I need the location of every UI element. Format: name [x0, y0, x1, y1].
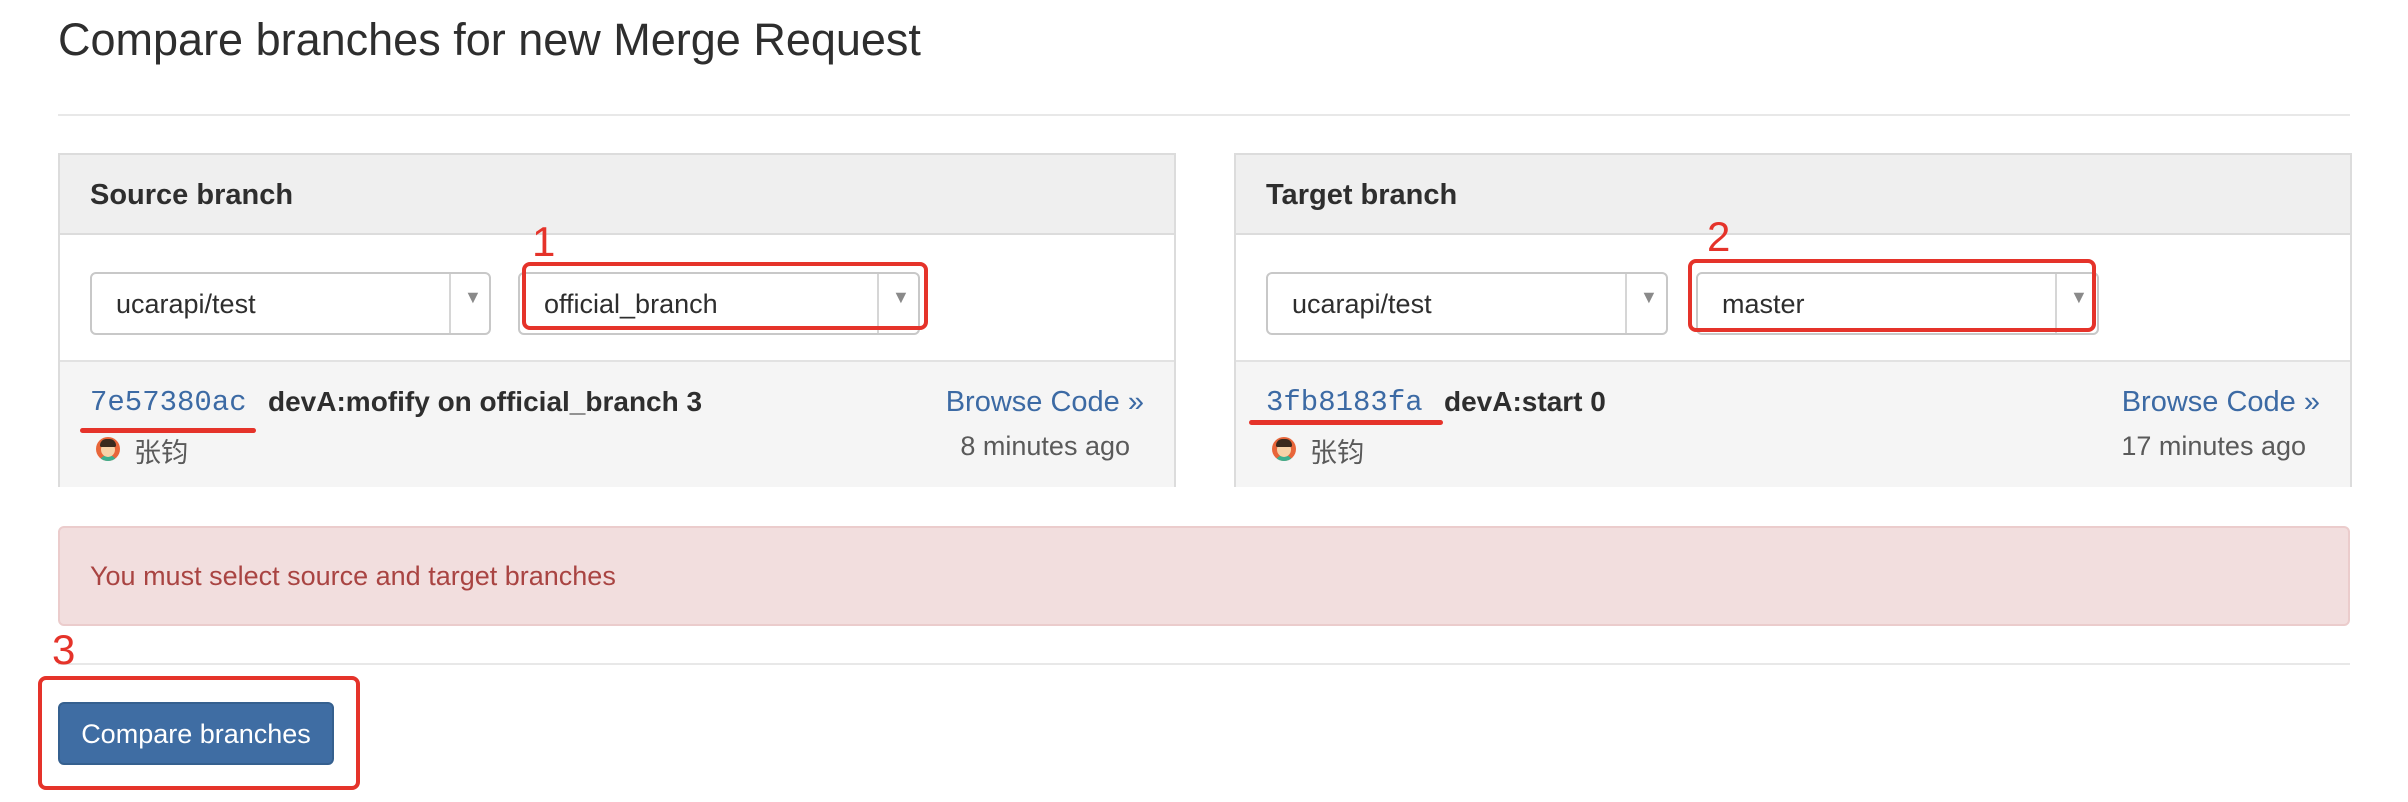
target-project-value: ucarapi/test [1292, 289, 1432, 319]
select-divider [1625, 274, 1627, 333]
divider [58, 663, 2350, 665]
page-title: Compare branches for new Merge Request [58, 14, 921, 65]
source-project-value: ucarapi/test [116, 289, 256, 319]
avatar-hair [1276, 439, 1292, 447]
annotation-number-3: 3 [52, 626, 76, 673]
target-commit-sha[interactable]: 3fb8183fa [1266, 386, 1423, 419]
annotation-underline-target-sha [1249, 420, 1443, 425]
error-alert-message: You must select source and target branch… [90, 561, 616, 591]
avatar [96, 437, 120, 461]
annotation-number-2: 2 [1707, 213, 1731, 260]
caret-down-icon: ▼ [464, 287, 482, 307]
source-commit-info: 7e57380ac devA:mofify on official_branch… [60, 360, 1174, 487]
avatar [1272, 437, 1296, 461]
source-commit-time: 8 minutes ago [960, 431, 1130, 461]
target-branch-heading: Target branch [1266, 179, 1458, 211]
source-branch-heading: Source branch [90, 179, 294, 211]
annotation-number-1: 1 [532, 218, 556, 265]
annotation-box-3 [38, 676, 360, 790]
select-divider [449, 274, 451, 333]
error-alert: You must select source and target branch… [58, 526, 2350, 626]
divider [58, 114, 2350, 116]
source-commit-message: devA:mofify on official_branch 3 [268, 386, 703, 417]
source-panel-header: Source branch [60, 155, 1174, 235]
annotation-box-1 [522, 262, 928, 330]
target-panel-header: Target branch [1236, 155, 2350, 235]
source-project-select[interactable]: ucarapi/test ▼ [90, 272, 491, 335]
target-commit-message: devA:start 0 [1444, 386, 1606, 417]
target-browse-code-link[interactable]: Browse Code » [2122, 386, 2320, 419]
target-commit-time: 17 minutes ago [2121, 431, 2306, 461]
source-commit-sha[interactable]: 7e57380ac [90, 386, 247, 419]
source-browse-code-link[interactable]: Browse Code » [946, 386, 1144, 419]
avatar-hair [100, 439, 116, 447]
caret-down-icon: ▼ [1640, 287, 1658, 307]
annotation-underline-source-sha [80, 428, 256, 433]
target-project-select[interactable]: ucarapi/test ▼ [1266, 272, 1668, 335]
annotation-box-2 [1688, 259, 2096, 332]
source-commit-author: 张钧 [134, 438, 188, 468]
target-commit-author: 张钧 [1310, 438, 1364, 468]
